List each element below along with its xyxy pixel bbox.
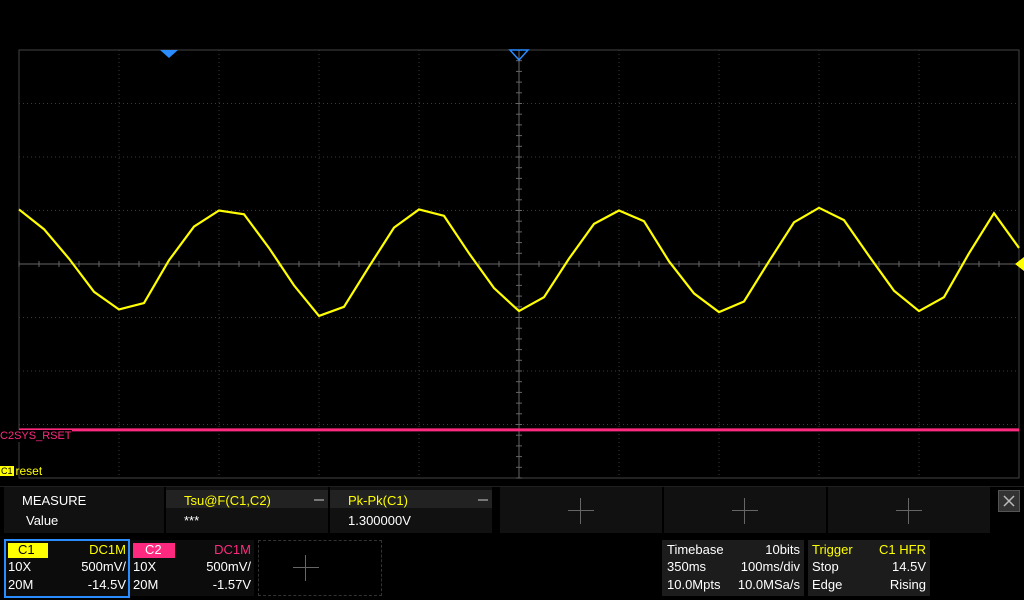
trigger-position-marker[interactable] [160,50,178,58]
trigger-slope: Rising [889,577,926,592]
channel-c2-probe: 10X [133,559,157,574]
close-measure-button[interactable] [998,490,1020,512]
measure-add-slot-2[interactable] [664,487,826,533]
timebase-title: Timebase [667,542,724,557]
trigger-source: C1 HFR [879,542,926,557]
c2-label-text: SYS_RSET [14,430,72,442]
measure-item-2[interactable]: Pk-Pk(C1) 1.300000V [330,487,492,533]
channel-c2-bandwidth: 20M [133,577,159,592]
timebase-rate: 10.0MSa/s [737,577,800,592]
plus-icon [732,498,758,524]
channel-c1-box[interactable]: C1 DC1M 10X 500mV/ 20M -14.5V [4,539,130,598]
channel-c1-offset: -14.5V [87,577,126,592]
measure-add-slot-1[interactable] [500,487,662,533]
timebase-points: 10.0Mpts [667,577,721,592]
measure-item-2-value: 1.300000V [348,513,411,528]
measure-item-1-name: Tsu@F(C1,C2) [184,493,271,508]
measure-item-1-remove-icon[interactable] [314,499,324,501]
plus-icon [896,498,922,524]
measure-item-1[interactable]: Tsu@F(C1,C2) *** [166,487,328,533]
channel-c1-coupling: DC1M [89,542,126,557]
trigger-level: 14.5V [892,559,926,574]
measure-panel: MEASURE Value Tsu@F(C1,C2) *** Pk-Pk(C1)… [0,486,1024,535]
timebase-box[interactable]: Timebase 10bits 350ms 100ms/div 10.0Mpts… [662,540,804,596]
measure-header-cell: MEASURE Value [4,487,164,533]
trigger-box[interactable]: Trigger C1 HFR Stop 14.5V Edge Rising [808,540,930,596]
channel-c1-scale: 500mV/ [81,559,126,574]
trigger-state: Stop [812,559,839,574]
waveform-display[interactable] [0,0,1024,484]
trigger-type: Edge [812,577,843,592]
channel-c2-scale: 500mV/ [206,559,251,574]
measure-title: MEASURE [22,493,87,508]
c1-label: C1 reset [0,465,42,477]
c2-label: C2SYS_RSET [0,430,72,442]
channel-c2-name: C2 [145,542,162,557]
close-icon [1003,495,1015,507]
channel-c1-bandwidth: 20M [8,577,34,592]
channel-c1-probe: 10X [8,559,32,574]
c1-marker: C1 [0,466,14,476]
measure-add-slot-3[interactable] [828,487,990,533]
channel-c2-offset: -1.57V [212,577,251,592]
trigger-title: Trigger [812,542,853,557]
measure-item-2-remove-icon[interactable] [478,499,488,501]
channel-c2-box[interactable]: C2 DC1M 10X 500mV/ 20M -1.57V [130,540,254,596]
channel-c1-name: C1 [18,542,35,557]
c2-marker: C2 [0,430,15,442]
timebase-scale: 100ms/div [740,559,800,574]
measure-value-label: Value [26,513,59,528]
measure-item-1-value: *** [184,513,200,528]
channel-c2-coupling: DC1M [214,542,251,557]
graticule-grid [18,49,1020,479]
add-channel-button[interactable] [258,540,382,596]
c1-label-text: reset [15,464,43,478]
timebase-delay: 350ms [667,559,707,574]
timebase-bits: 10bits [765,542,800,557]
plus-icon [293,555,345,581]
measure-item-2-name: Pk-Pk(C1) [348,493,408,508]
plus-icon [568,498,594,524]
